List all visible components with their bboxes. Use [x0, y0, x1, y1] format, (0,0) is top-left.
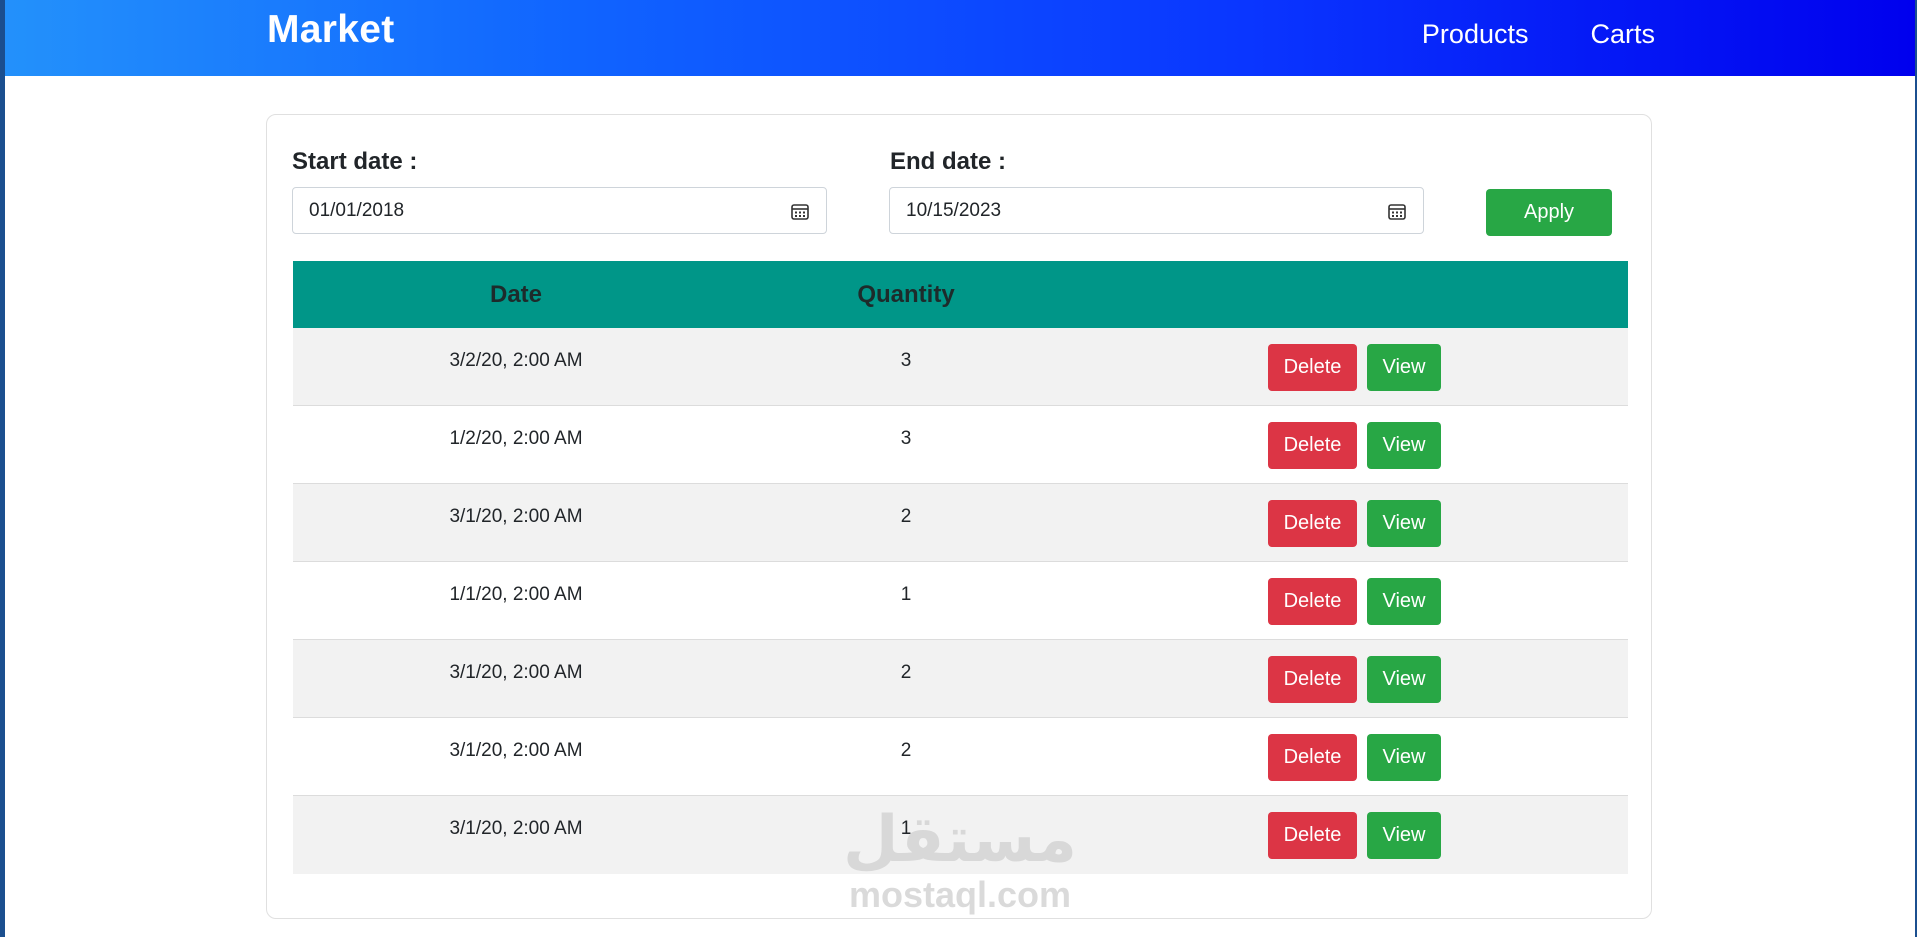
row-actions: Delete View [1268, 578, 1441, 625]
start-date-label: Start date : [292, 148, 418, 175]
delete-button[interactable]: Delete [1268, 422, 1357, 469]
row-date: 1/1/20, 2:00 AM [449, 584, 583, 605]
apply-button[interactable]: Apply [1486, 189, 1612, 236]
row-quantity: 3 [900, 428, 912, 449]
view-button[interactable]: View [1367, 344, 1441, 391]
delete-button[interactable]: Delete [1268, 656, 1357, 703]
row-actions: Delete View [1268, 344, 1441, 391]
row-actions: Delete View [1268, 656, 1441, 703]
table-header: Date Quantity [293, 261, 1628, 328]
delete-button[interactable]: Delete [1268, 500, 1357, 547]
table-row: 3/1/20, 2:00 AM 2 Delete View [293, 718, 1628, 796]
delete-button[interactable]: Delete [1268, 734, 1357, 781]
column-header-quantity: Quantity [857, 280, 955, 308]
row-date: 3/1/20, 2:00 AM [449, 506, 583, 527]
watermark-logo: مستقل mostaql.com [840, 800, 1080, 920]
table-row: 3/2/20, 2:00 AM 3 Delete View [293, 328, 1628, 406]
delete-button[interactable]: Delete [1268, 812, 1357, 859]
row-date: 3/2/20, 2:00 AM [449, 350, 583, 371]
view-button[interactable]: View [1367, 812, 1441, 859]
view-button[interactable]: View [1367, 578, 1441, 625]
row-quantity: 1 [900, 584, 912, 605]
delete-button[interactable]: Delete [1268, 344, 1357, 391]
start-date-input[interactable]: 01/01/2018 [292, 187, 827, 234]
view-button[interactable]: View [1367, 500, 1441, 547]
watermark-latin: mostaql.com [848, 874, 1072, 915]
nav-link-carts[interactable]: Carts [1590, 19, 1655, 50]
nav-links: Products Carts [1422, 19, 1655, 50]
watermark-arabic: مستقل [842, 803, 1078, 877]
view-button[interactable]: View [1367, 422, 1441, 469]
row-actions: Delete View [1268, 734, 1441, 781]
navbar: Market Products Carts [5, 0, 1915, 76]
column-header-date: Date [489, 280, 543, 308]
row-date: 1/2/20, 2:00 AM [449, 428, 583, 449]
row-quantity: 3 [900, 350, 912, 371]
table-row: 3/1/20, 2:00 AM 2 Delete View [293, 484, 1628, 562]
calendar-icon[interactable] [1387, 201, 1407, 221]
delete-button[interactable]: Delete [1268, 578, 1357, 625]
table-row: 1/1/20, 2:00 AM 1 Delete View [293, 562, 1628, 640]
view-button[interactable]: View [1367, 656, 1441, 703]
end-date-value: 10/15/2023 [906, 199, 1002, 221]
view-button[interactable]: View [1367, 734, 1441, 781]
table-row: 3/1/20, 2:00 AM 2 Delete View [293, 640, 1628, 718]
row-actions: Delete View [1268, 422, 1441, 469]
row-actions: Delete View [1268, 500, 1441, 547]
calendar-icon[interactable] [790, 201, 810, 221]
row-quantity: 2 [900, 740, 912, 761]
row-quantity: 2 [900, 662, 912, 683]
row-date: 3/1/20, 2:00 AM [449, 662, 583, 683]
window-frame-left [0, 0, 5, 937]
table-row: 1/2/20, 2:00 AM 3 Delete View [293, 406, 1628, 484]
row-quantity: 2 [900, 506, 912, 527]
row-actions: Delete View [1268, 812, 1441, 859]
nav-link-products[interactable]: Products [1422, 19, 1529, 50]
carts-card: Start date : 01/01/2018 End date : 10/15… [266, 114, 1652, 919]
end-date-label: End date : [890, 148, 1007, 175]
end-date-input[interactable]: 10/15/2023 [889, 187, 1424, 234]
carts-table: Date Quantity 3/2/20, 2:00 AM 3 Delete V… [293, 261, 1628, 874]
start-date-value: 01/01/2018 [309, 199, 405, 221]
row-date: 3/1/20, 2:00 AM [449, 740, 583, 761]
brand-logo[interactable]: Market [267, 8, 395, 52]
row-date: 3/1/20, 2:00 AM [449, 818, 583, 839]
